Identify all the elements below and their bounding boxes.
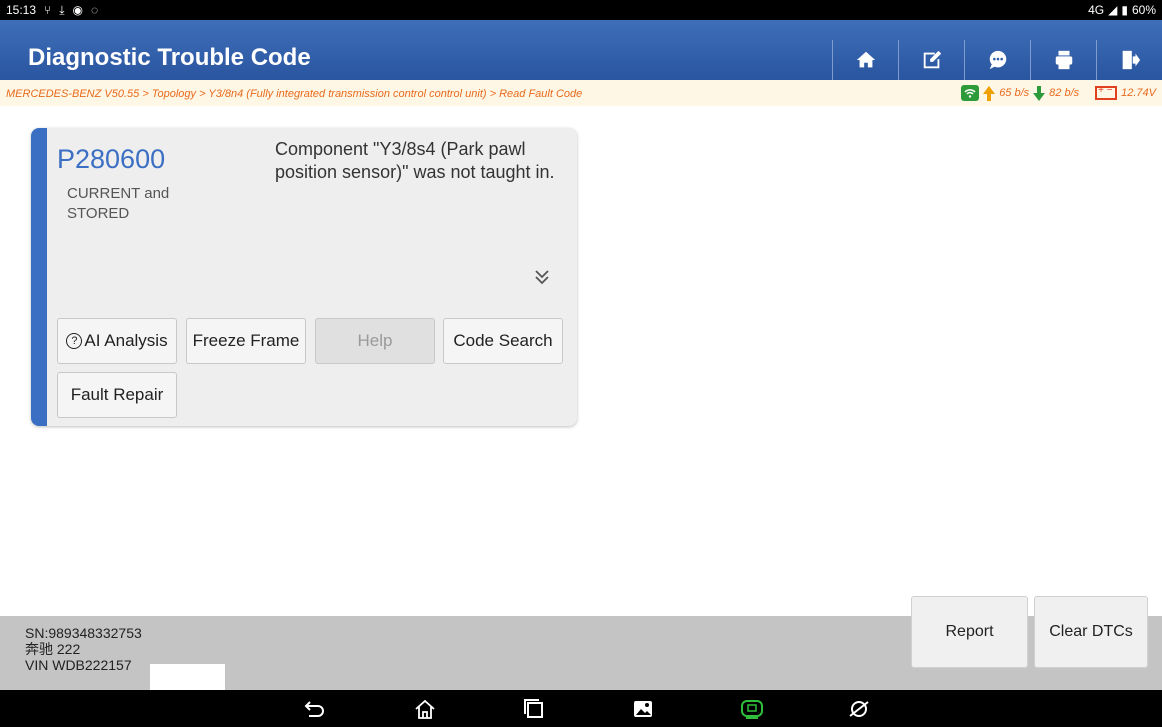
home-icon[interactable]: [413, 698, 437, 720]
upload-arrow-icon: [983, 85, 996, 101]
dtc-code: P280600: [57, 144, 166, 174]
message-button[interactable]: [964, 40, 1030, 80]
vci-icon[interactable]: [740, 698, 764, 720]
edit-button[interactable]: [898, 40, 964, 80]
serial-number: SN:989348332753: [25, 625, 142, 641]
clear-dtcs-label: Clear DTCs: [1049, 623, 1133, 640]
exit-button[interactable]: [1096, 40, 1162, 80]
battery-icon: ▮: [1121, 3, 1128, 17]
battery-voltage: 12.74V: [1121, 87, 1156, 99]
fault-repair-label: Fault Repair: [70, 385, 164, 404]
vehicle-info: SN:989348332753 奔驰 222 VIN WDB222157: [25, 625, 142, 673]
breadcrumb: MERCEDES-BENZ V50.55 > Topology > Y3/8n4…: [6, 88, 583, 100]
clear-dtcs-button[interactable]: Clear DTCs: [1034, 596, 1148, 668]
exit-icon: [1122, 50, 1140, 70]
help-label: Help: [357, 331, 393, 350]
ai-analysis-button[interactable]: ? AI Analysis: [57, 318, 177, 364]
code-search-label: Code Search: [453, 331, 553, 350]
report-label: Report: [945, 623, 994, 640]
car-battery-icon: [1095, 85, 1118, 100]
system-nav-bar: [0, 690, 1162, 727]
question-circle-icon: ?: [66, 333, 83, 349]
settings-icon: ◉: [72, 3, 84, 17]
download-arrow-icon: [1033, 85, 1046, 101]
usb-icon: ⑂: [44, 3, 52, 17]
dtc-card: P280600 CURRENT and STORED Component "Y3…: [31, 128, 577, 426]
message-icon: [989, 50, 1006, 70]
dtc-status: CURRENT and STORED: [67, 185, 170, 222]
network-type: 4G: [1088, 3, 1105, 17]
print-button[interactable]: [1030, 40, 1096, 80]
freeze-frame-label: Freeze Frame: [192, 331, 300, 350]
gallery-icon[interactable]: [631, 698, 655, 720]
signal-icon: ◢: [1108, 3, 1118, 17]
back-icon[interactable]: [303, 698, 327, 720]
upload-rate: 65 b/s: [999, 87, 1030, 99]
card-accent-stripe: [31, 128, 47, 426]
vin-redaction: [150, 664, 225, 690]
recents-icon[interactable]: [522, 698, 546, 720]
wifi-icon: [961, 85, 980, 101]
connection-status: 65 b/s 82 b/s 12.74V: [961, 85, 1156, 101]
expand-chevron-icon[interactable]: [531, 266, 553, 288]
vin-number: VIN WDB222157: [25, 657, 132, 673]
home-icon: [856, 51, 875, 68]
chat-icon: ◌: [91, 3, 99, 17]
clock: 15:13: [6, 3, 37, 17]
print-icon: [1055, 50, 1072, 70]
app-header: Diagnostic Trouble Code: [0, 20, 1162, 80]
battery-level: 60%: [1131, 3, 1156, 17]
report-button[interactable]: Report: [911, 596, 1028, 668]
vehicle-model: 奔驰 222: [25, 641, 81, 657]
home-button[interactable]: [832, 40, 898, 80]
fault-repair-button[interactable]: Fault Repair: [57, 372, 177, 418]
download-icon: ⤓: [59, 2, 65, 17]
page-title: Diagnostic Trouble Code: [28, 44, 311, 71]
breadcrumb-bar: MERCEDES-BENZ V50.55 > Topology > Y3/8n4…: [0, 80, 1162, 106]
freeze-frame-button[interactable]: Freeze Frame: [186, 318, 306, 364]
help-button[interactable]: Help: [315, 318, 435, 364]
browser-icon[interactable]: [847, 698, 871, 720]
dtc-description: Component "Y3/8s4 (Park pawl position se…: [275, 139, 555, 182]
system-status-bar: 15:13 ⑂ ⤓ ◉ ◌ 4G ◢ ▮ 60%: [0, 0, 1162, 20]
edit-icon: [923, 50, 941, 69]
toolbar: [832, 40, 1162, 80]
ai-analysis-label: AI Analysis: [84, 331, 168, 350]
code-search-button[interactable]: Code Search: [443, 318, 563, 364]
download-rate: 82 b/s: [1049, 87, 1080, 99]
